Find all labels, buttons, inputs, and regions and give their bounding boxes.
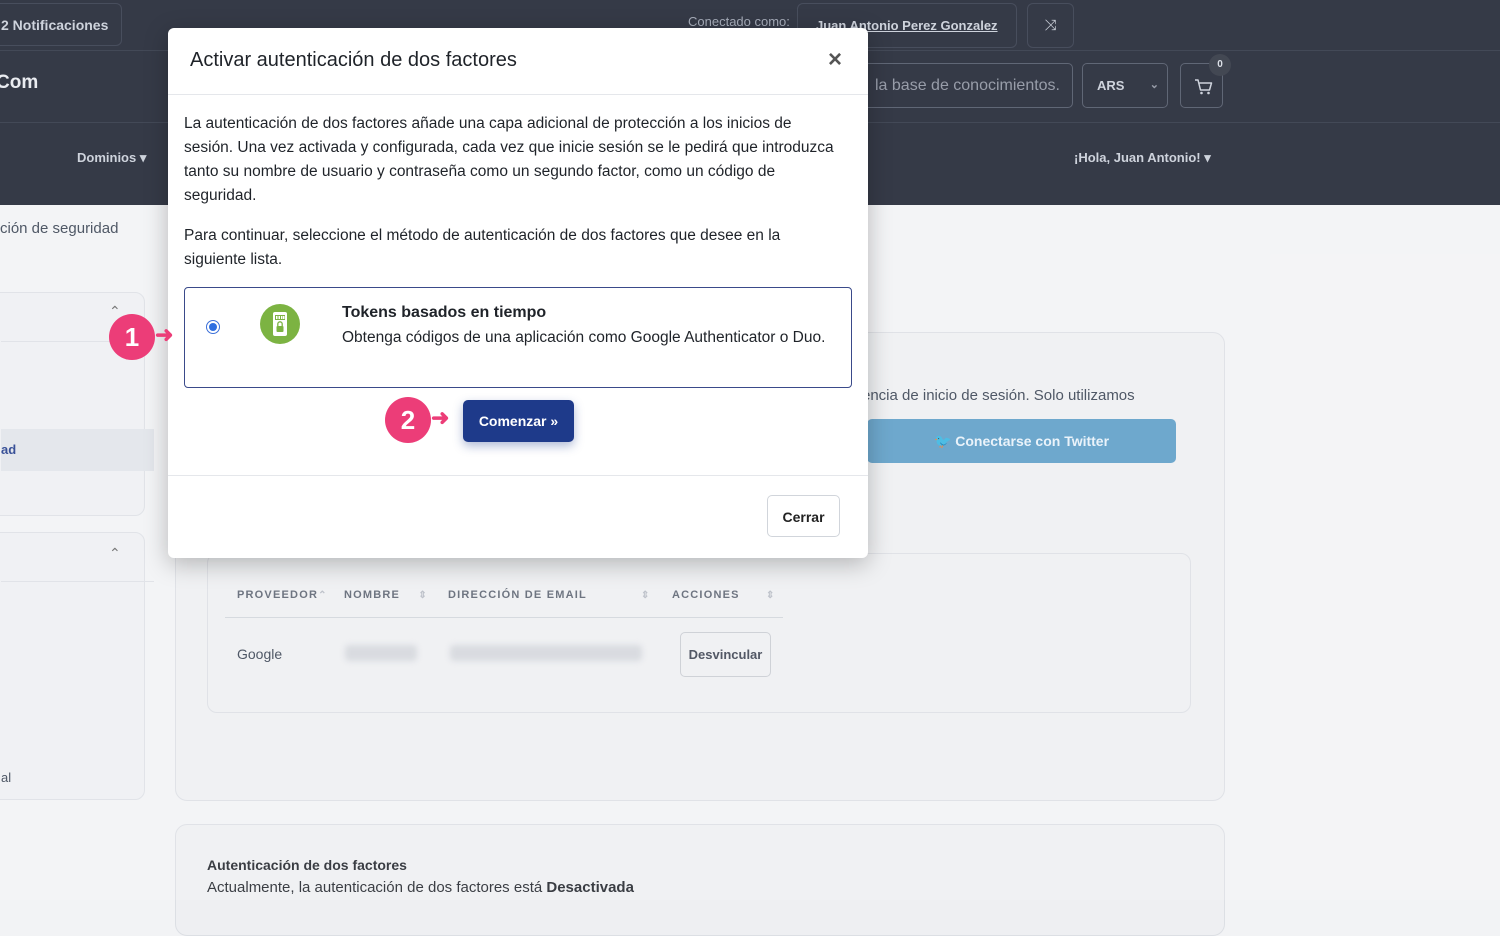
modal-intro-text: La autenticación de dos factores añade u… bbox=[184, 115, 834, 204]
step-marker-1: 1 bbox=[109, 314, 155, 360]
enable-2fa-modal: Activar autenticación de dos factores × … bbox=[168, 28, 868, 558]
step-marker-2: 2 bbox=[385, 397, 431, 443]
totp-option-description: Obtenga códigos de una aplicación como G… bbox=[342, 329, 826, 346]
modal-footer-divider bbox=[168, 475, 868, 476]
totp-radio[interactable] bbox=[206, 320, 220, 334]
authenticator-icon bbox=[260, 304, 300, 344]
totp-option-title: Tokens basados en tiempo bbox=[342, 304, 547, 321]
cancel-button[interactable]: Cerrar bbox=[767, 495, 840, 537]
modal-header-divider bbox=[168, 94, 868, 95]
step-arrow-icon: ➜ bbox=[431, 405, 450, 430]
start-button[interactable]: Comenzar » bbox=[463, 400, 574, 442]
modal-instruction-text: Para continuar, seleccione el método de … bbox=[184, 227, 781, 268]
step-arrow-icon: ➜ bbox=[155, 322, 174, 347]
modal-title: Activar autenticación de dos factores bbox=[190, 49, 517, 71]
close-icon[interactable]: × bbox=[828, 46, 842, 74]
